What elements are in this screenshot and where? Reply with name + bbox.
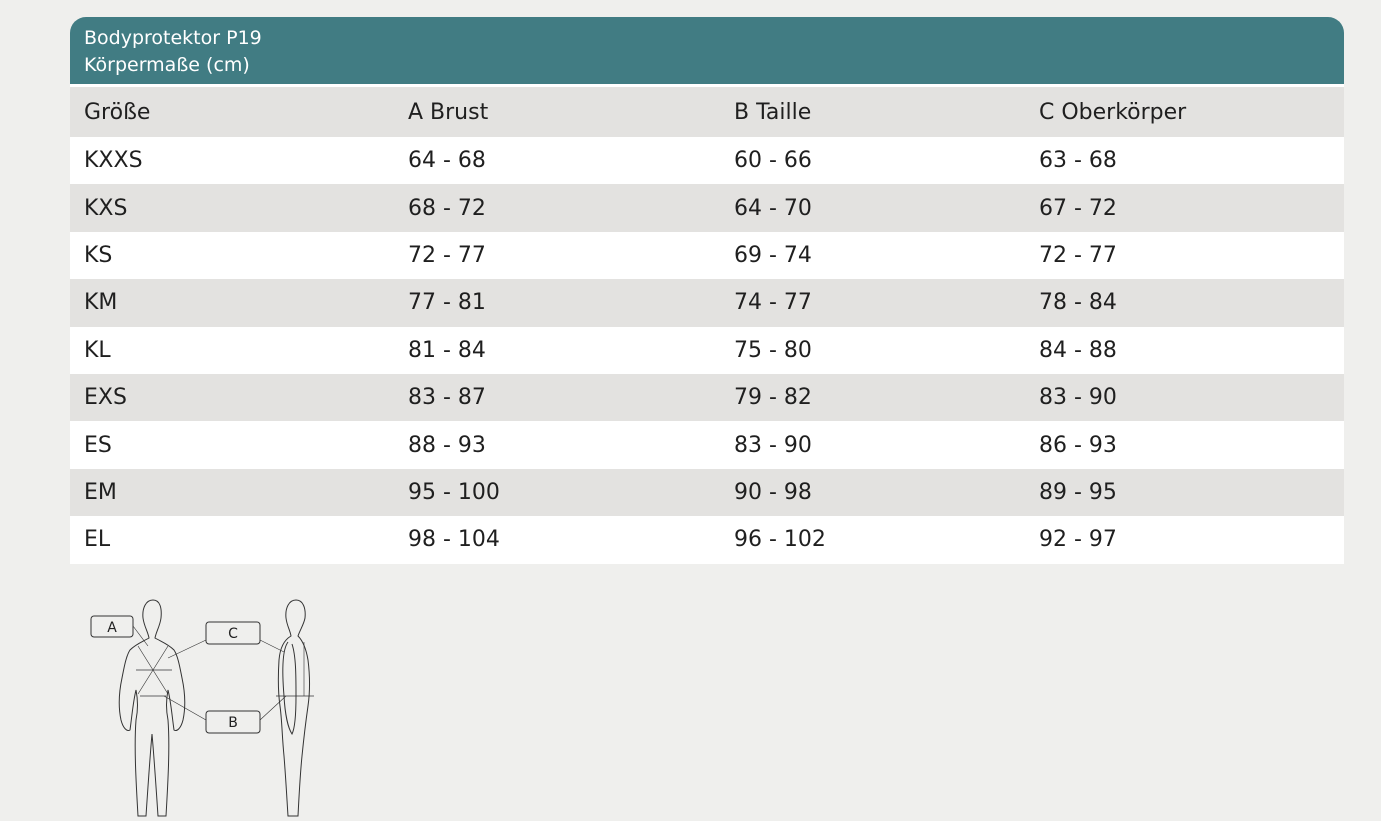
torso-cell: 83 - 90: [1025, 373, 1344, 422]
table-subtitle: Körpermaße (cm): [84, 54, 250, 76]
size-chart-card: Bodyprotektor P19 Körpermaße (cm) Größe …: [70, 17, 1344, 564]
table-row: EL 98 - 104 96 - 102 92 - 97: [70, 516, 1344, 564]
label-b-text: B: [228, 715, 238, 731]
chest-cell: 72 - 77: [394, 231, 720, 280]
side-body-outline: [277, 599, 310, 817]
waist-cell: 96 - 102: [720, 516, 1025, 564]
chest-cell: 64 - 68: [394, 137, 720, 185]
column-header-size: Größe: [70, 87, 394, 137]
waist-cell: 74 - 77: [720, 279, 1025, 327]
chest-cell: 77 - 81: [394, 279, 720, 327]
label-c-connector: [167, 639, 207, 659]
column-header-chest: A Brust: [394, 87, 720, 137]
size-cell: KL: [70, 326, 394, 374]
label-b-connector: [259, 695, 287, 721]
front-body-outline: [118, 599, 186, 817]
torso-cell: 63 - 68: [1025, 137, 1344, 185]
torso-cell: 67 - 72: [1025, 184, 1344, 232]
table-row: KXXS 64 - 68 60 - 66 63 - 68: [70, 137, 1344, 185]
waist-cell: 83 - 90: [720, 421, 1025, 469]
label-c-connector: [259, 639, 285, 653]
column-header-waist: B Taille: [720, 87, 1025, 137]
table-row: KL 81 - 84 75 - 80 84 - 88: [70, 326, 1344, 374]
chest-cell: 68 - 72: [394, 184, 720, 232]
label-c-text: C: [228, 626, 238, 642]
table-row: KM 77 - 81 74 - 77 78 - 84: [70, 279, 1344, 327]
product-title: Bodyprotektor P19: [84, 27, 262, 49]
chest-cell: 83 - 87: [394, 373, 720, 422]
table-row: KXS 68 - 72 64 - 70 67 - 72: [70, 184, 1344, 232]
table-header-row: Größe A Brust B Taille C Oberkörper: [70, 87, 1344, 137]
measurement-diagram: A C B: [90, 599, 314, 817]
torso-cell: 89 - 95: [1025, 468, 1344, 517]
size-cell: KXS: [70, 184, 394, 232]
side-arm-outline: [282, 641, 297, 735]
table-row: ES 88 - 93 83 - 90 86 - 93: [70, 421, 1344, 469]
torso-cell: 78 - 84: [1025, 279, 1344, 327]
torso-cell: 92 - 97: [1025, 516, 1344, 564]
size-cell: KXXS: [70, 137, 394, 185]
table-row: EXS 83 - 87 79 - 82 83 - 90: [70, 373, 1344, 422]
table-header-banner: Bodyprotektor P19 Körpermaße (cm): [70, 17, 1344, 87]
waist-cell: 60 - 66: [720, 137, 1025, 185]
size-cell: ES: [70, 421, 394, 469]
size-cell: KS: [70, 231, 394, 280]
column-header-torso: C Oberkörper: [1025, 87, 1344, 137]
chest-cell: 98 - 104: [394, 516, 720, 564]
waist-cell: 90 - 98: [720, 468, 1025, 517]
chest-cell: 95 - 100: [394, 468, 720, 517]
table-row: EM 95 - 100 90 - 98 89 - 95: [70, 468, 1344, 517]
waist-cell: 69 - 74: [720, 231, 1025, 280]
size-cell: EL: [70, 516, 394, 564]
torso-cell: 72 - 77: [1025, 231, 1344, 280]
size-cell: KM: [70, 279, 394, 327]
torso-cell: 86 - 93: [1025, 421, 1344, 469]
size-cell: EM: [70, 468, 394, 517]
waist-cell: 64 - 70: [720, 184, 1025, 232]
table-row: KS 72 - 77 69 - 74 72 - 77: [70, 231, 1344, 280]
torso-cell: 84 - 88: [1025, 326, 1344, 374]
size-cell: EXS: [70, 373, 394, 422]
chest-cell: 88 - 93: [394, 421, 720, 469]
size-table: Größe A Brust B Taille C Oberkörper KXXS…: [70, 87, 1344, 564]
waist-cell: 75 - 80: [720, 326, 1025, 374]
label-a-text: A: [107, 620, 117, 636]
waist-cell: 79 - 82: [720, 373, 1025, 422]
chest-cell: 81 - 84: [394, 326, 720, 374]
